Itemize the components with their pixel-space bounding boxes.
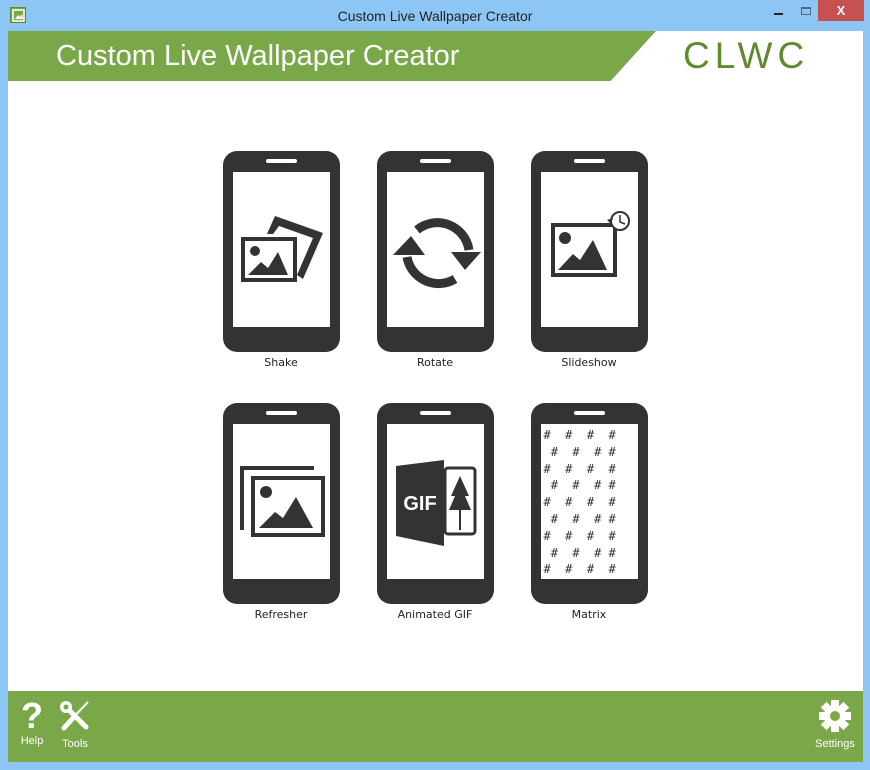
tools-icon <box>60 701 89 731</box>
maximize-button[interactable] <box>795 0 817 21</box>
help-label: Help <box>20 735 44 747</box>
tile-slideshow[interactable]: Slideshow <box>530 151 648 369</box>
matrix-pattern: # # # # # # # # # # # # # # # # # # # # … <box>543 428 616 577</box>
shake-pictures-icon <box>232 172 330 327</box>
tile-rotate[interactable]: Rotate <box>376 151 494 369</box>
matrix-hash-icon: # # # # # # # # # # # # # # # # # # # # … <box>540 424 638 579</box>
app-title: Custom Live Wallpaper Creator <box>56 40 460 72</box>
phone-speaker <box>419 159 451 163</box>
close-icon: X <box>836 3 846 18</box>
minimize-icon <box>773 12 783 15</box>
phone-frame: GIF <box>376 403 494 604</box>
phone-speaker <box>265 159 297 163</box>
phone-frame <box>530 151 648 352</box>
tile-matrix[interactable]: # # # # # # # # # # # # # # # # # # # # … <box>530 403 648 621</box>
refresher-stacked-pictures-icon <box>232 424 330 579</box>
window-title: Custom Live Wallpaper Creator <box>337 8 533 24</box>
tile-label: Refresher <box>254 608 308 621</box>
tile-label: Slideshow <box>561 356 617 369</box>
gear-icon <box>819 700 851 732</box>
help-button[interactable]: ? Help <box>18 695 46 748</box>
phone-speaker <box>265 411 297 415</box>
tools-label: Tools <box>62 738 88 750</box>
app-logo: CLWC <box>683 35 810 76</box>
tools-button[interactable]: Tools <box>58 699 92 750</box>
tile-refresher[interactable]: Refresher <box>222 403 340 621</box>
phone-frame <box>222 151 340 352</box>
phone-speaker <box>573 159 605 163</box>
phone-frame: # # # # # # # # # # # # # # # # # # # # … <box>530 403 648 604</box>
rotate-arrows-icon <box>386 172 484 327</box>
settings-button[interactable]: Settings <box>810 699 860 750</box>
gif-text: GIF <box>403 493 436 515</box>
tile-animated-gif[interactable]: GIF Animated GIF <box>376 403 494 621</box>
app-header: Custom Live Wallpaper Creator CLWC <box>8 31 863 81</box>
help-icon: ? <box>21 695 43 736</box>
tile-label: Animated GIF <box>397 608 473 621</box>
wallpaper-type-grid: Shake Rotate Slideshow Refresher GIF Ani… <box>222 151 648 631</box>
tile-label: Matrix <box>571 608 607 621</box>
main-window: Custom Live Wallpaper Creator CLWC Shake <box>8 31 863 762</box>
phone-frame <box>376 151 494 352</box>
title-bar: Custom Live Wallpaper Creator X <box>0 0 870 31</box>
footer-bar: ? Help Tools Settings <box>8 691 863 762</box>
settings-label: Settings <box>815 738 855 750</box>
phone-speaker <box>419 411 451 415</box>
gif-door-tree-icon: GIF <box>386 424 484 579</box>
close-button[interactable]: X <box>818 0 864 21</box>
tile-shake[interactable]: Shake <box>222 151 340 369</box>
slideshow-picture-clock-icon <box>540 172 638 327</box>
tile-label: Shake <box>264 356 298 369</box>
minimize-button[interactable] <box>765 0 791 21</box>
maximize-icon <box>801 6 811 15</box>
tile-label: Rotate <box>416 356 453 369</box>
phone-speaker <box>573 411 605 415</box>
phone-frame <box>222 403 340 604</box>
